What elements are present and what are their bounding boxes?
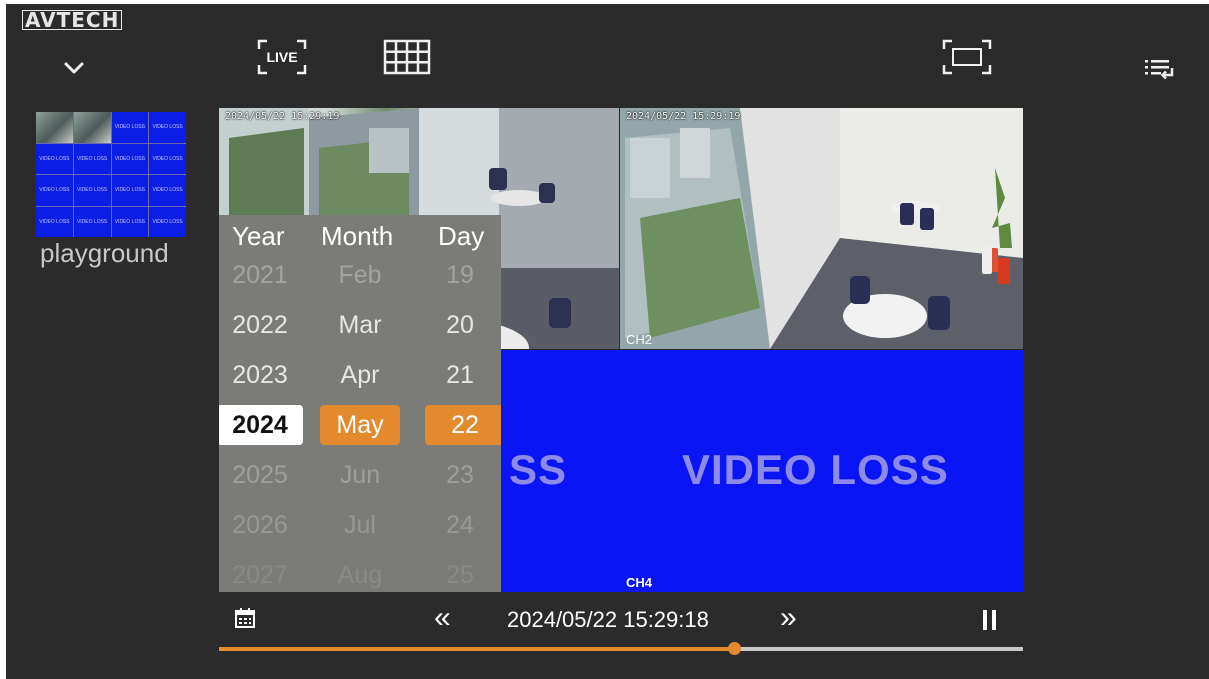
fullscreen-icon[interactable] xyxy=(940,37,994,77)
fast-forward-button[interactable]: » xyxy=(780,601,797,635)
year-option[interactable]: 2026 xyxy=(219,505,301,545)
thumb-video-loss: VIDEO LOSS xyxy=(111,206,149,237)
thumb-video-loss: VIDEO LOSS xyxy=(149,175,186,206)
list-menu-icon[interactable] xyxy=(1140,56,1178,82)
month-option[interactable]: Aug xyxy=(319,555,401,592)
day-option[interactable]: 25 xyxy=(419,555,501,592)
thumb-video-loss: VIDEO LOSS xyxy=(111,112,149,143)
video-loss-text: SS xyxy=(509,446,568,493)
thumb-video-loss: VIDEO LOSS xyxy=(111,175,149,206)
day-option[interactable]: 23 xyxy=(419,455,501,495)
thumb-video-loss: VIDEO LOSS xyxy=(111,143,149,174)
avtech-logo: AVTECH xyxy=(22,8,123,32)
thumb-video-loss: VIDEO LOSS xyxy=(149,206,186,237)
year-option[interactable]: 2023 xyxy=(219,355,301,395)
thumb-video-loss: VIDEO LOSS xyxy=(36,175,73,206)
thumb-camera-1 xyxy=(36,112,73,143)
year-option[interactable]: 2022 xyxy=(219,305,301,345)
month-option[interactable]: Feb xyxy=(319,255,401,295)
thumb-video-loss: VIDEO LOSS xyxy=(73,206,111,237)
timeline-handle[interactable] xyxy=(727,642,741,655)
grid-layout-icon[interactable] xyxy=(383,38,431,76)
playback-datetime: 2024/05/22 15:29:18 xyxy=(507,607,709,632)
year-option-selected[interactable]: 2024 xyxy=(219,405,303,445)
channel-label: CH2 xyxy=(626,332,653,347)
month-option[interactable]: Mar xyxy=(319,305,401,345)
day-option[interactable]: 19 xyxy=(419,255,501,295)
rewind-button[interactable]: « xyxy=(434,601,451,635)
month-option[interactable]: Apr xyxy=(319,355,401,395)
channel-2-view[interactable]: 2024/05/22 15:29:19 CH2 xyxy=(620,108,1023,349)
thumb-video-loss: VIDEO LOSS xyxy=(149,112,186,143)
app-window: AVTECH LIVE VIDEO LOSS VIDEO LOSS VIDEO … xyxy=(6,4,1209,679)
year-header: Year xyxy=(232,221,285,251)
device-thumbnail[interactable]: VIDEO LOSS VIDEO LOSS VIDEO LOSS VIDEO L… xyxy=(36,112,186,237)
thumb-video-loss: VIDEO LOSS xyxy=(73,175,111,206)
playback-timeline[interactable] xyxy=(219,642,1023,655)
month-option-selected[interactable]: May xyxy=(320,405,400,445)
chevron-down-icon[interactable] xyxy=(60,58,88,78)
channel-4-view[interactable]: VIDEO LOSS CH4 xyxy=(620,350,1023,592)
thumb-video-loss: VIDEO LOSS xyxy=(36,143,73,174)
thumb-video-loss: VIDEO LOSS xyxy=(36,206,73,237)
thumb-video-loss: VIDEO LOSS xyxy=(73,143,111,174)
year-option[interactable]: 2027 xyxy=(219,555,301,592)
day-option[interactable]: 21 xyxy=(419,355,501,395)
day-option[interactable]: 20 xyxy=(419,305,501,345)
video-loss-text: VIDEO LOSS xyxy=(682,446,949,493)
year-option[interactable]: 2025 xyxy=(219,455,301,495)
live-view-button[interactable]: LIVE xyxy=(255,37,309,77)
year-option[interactable]: 2021 xyxy=(219,255,301,295)
day-option[interactable]: 24 xyxy=(419,505,501,545)
timeline-progress xyxy=(219,647,734,651)
month-header: Month xyxy=(321,221,394,251)
live-label: LIVE xyxy=(266,49,298,65)
day-option-selected[interactable]: 22 xyxy=(425,405,501,445)
channel-timestamp: 2024/05/22 15:29:19 xyxy=(225,111,340,122)
channel-timestamp: 2024/05/22 15:29:19 xyxy=(626,111,741,122)
calendar-icon[interactable] xyxy=(234,607,256,634)
thumb-camera-2 xyxy=(73,112,111,143)
pause-icon[interactable] xyxy=(982,610,998,635)
device-name: playground xyxy=(40,238,169,268)
month-option[interactable]: Jun xyxy=(319,455,401,495)
date-picker[interactable]: Year Month Day 2021 2022 2023 2024 2025 2026 2… xyxy=(219,215,501,592)
thumb-video-loss: VIDEO LOSS xyxy=(149,143,186,174)
channel-label: CH4 xyxy=(626,575,653,590)
day-header: Day xyxy=(438,221,485,251)
month-option[interactable]: Jul xyxy=(319,505,401,545)
